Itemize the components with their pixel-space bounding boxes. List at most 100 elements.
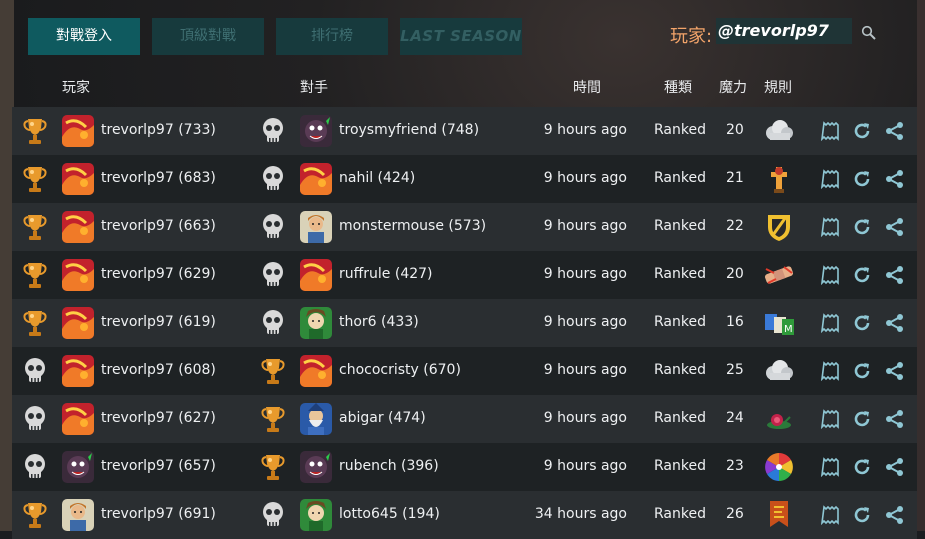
battle-time: 9 hours ago bbox=[543, 362, 627, 378]
refresh-icon[interactable] bbox=[852, 121, 872, 141]
replay-icon[interactable] bbox=[820, 457, 841, 478]
refresh-icon[interactable] bbox=[852, 265, 872, 285]
opponent-avatar[interactable] bbox=[300, 115, 332, 147]
opponent-name-cell[interactable]: abigar (474) bbox=[339, 410, 426, 426]
battle-time: 9 hours ago bbox=[543, 458, 627, 474]
opponent-avatar[interactable] bbox=[300, 403, 332, 435]
trophy-icon bbox=[260, 355, 286, 387]
opponent-name-cell[interactable]: lotto645 (194) bbox=[339, 506, 440, 522]
trophy-icon bbox=[22, 307, 48, 339]
player-avatar[interactable] bbox=[62, 499, 94, 531]
share-icon[interactable] bbox=[885, 169, 905, 189]
battle-type: Ranked bbox=[654, 266, 706, 282]
tab-top-battles[interactable]: 頂級對戰 bbox=[152, 18, 264, 55]
player-avatar[interactable] bbox=[62, 403, 94, 435]
trophy-icon bbox=[22, 211, 48, 243]
player-name-cell[interactable]: trevorlp97 (733) bbox=[101, 122, 216, 138]
share-icon[interactable] bbox=[885, 313, 905, 333]
header-rules: 規則 bbox=[764, 80, 792, 96]
opponent-name-cell[interactable]: thor6 (433) bbox=[339, 314, 419, 330]
player-name-cell[interactable]: trevorlp97 (629) bbox=[101, 266, 216, 282]
battle-time: 9 hours ago bbox=[543, 170, 627, 186]
svg-text:M: M bbox=[784, 324, 793, 335]
background-edge-right bbox=[917, 0, 925, 531]
opponent-avatar[interactable] bbox=[300, 451, 332, 483]
player-name-cell[interactable]: trevorlp97 (657) bbox=[101, 458, 216, 474]
tab-last-season[interactable]: LAST SEASON bbox=[400, 18, 522, 55]
header-type: 種類 bbox=[664, 80, 692, 96]
battle-row: trevorlp97 (627) abigar (474) 9 hours ago R… bbox=[12, 395, 917, 443]
player-name-cell[interactable]: trevorlp97 (608) bbox=[101, 362, 216, 378]
refresh-icon[interactable] bbox=[852, 313, 872, 333]
skull-icon bbox=[260, 115, 286, 147]
opponent-avatar[interactable] bbox=[300, 499, 332, 531]
player-avatar[interactable] bbox=[62, 307, 94, 339]
share-icon[interactable] bbox=[885, 265, 905, 285]
share-icon[interactable] bbox=[885, 121, 905, 141]
player-avatar[interactable] bbox=[62, 451, 94, 483]
refresh-icon[interactable] bbox=[852, 505, 872, 525]
opponent-name-cell[interactable]: ruffrule (427) bbox=[339, 266, 433, 282]
search-icon[interactable] bbox=[861, 25, 877, 41]
battle-time: 9 hours ago bbox=[543, 122, 627, 138]
share-icon[interactable] bbox=[885, 361, 905, 381]
replay-icon[interactable] bbox=[820, 361, 841, 382]
battle-type: Ranked bbox=[654, 458, 706, 474]
tab-leaderboard[interactable]: 排行榜 bbox=[276, 18, 388, 55]
opponent-avatar[interactable] bbox=[300, 259, 332, 291]
opponent-avatar[interactable] bbox=[300, 211, 332, 243]
mana-cap: 25 bbox=[726, 362, 744, 378]
opponent-avatar[interactable] bbox=[300, 307, 332, 339]
battle-row: trevorlp97 (691) lotto645 (194) 34 hours a… bbox=[12, 491, 917, 539]
share-icon[interactable] bbox=[885, 409, 905, 429]
tab-battle-log[interactable]: 對戰登入 bbox=[28, 18, 140, 55]
share-icon[interactable] bbox=[885, 457, 905, 477]
replay-icon[interactable] bbox=[820, 313, 841, 334]
battle-type: Ranked bbox=[654, 314, 706, 330]
player-name-cell[interactable]: trevorlp97 (691) bbox=[101, 506, 216, 522]
skull-icon bbox=[22, 355, 48, 387]
trophy-icon bbox=[260, 451, 286, 483]
opponent-name-cell[interactable]: nahil (424) bbox=[339, 170, 415, 186]
refresh-icon[interactable] bbox=[852, 169, 872, 189]
player-name-cell[interactable]: trevorlp97 (663) bbox=[101, 218, 216, 234]
refresh-icon[interactable] bbox=[852, 217, 872, 237]
player-name-cell[interactable]: trevorlp97 (619) bbox=[101, 314, 216, 330]
replay-icon[interactable] bbox=[820, 217, 841, 238]
replay-icon[interactable] bbox=[820, 409, 841, 430]
replay-icon[interactable] bbox=[820, 265, 841, 286]
replay-icon[interactable] bbox=[820, 121, 841, 142]
player-avatar[interactable] bbox=[62, 355, 94, 387]
share-icon[interactable] bbox=[885, 505, 905, 525]
mana-cap: 20 bbox=[726, 122, 744, 138]
battle-table: trevorlp97 (733) troysmyfriend (748) 9 hou… bbox=[12, 107, 917, 539]
cards-rule-icon: M bbox=[762, 307, 796, 339]
opponent-name-cell[interactable]: monstermouse (573) bbox=[339, 218, 486, 234]
player-avatar[interactable] bbox=[62, 163, 94, 195]
trophy-icon bbox=[22, 259, 48, 291]
player-name-cell[interactable]: trevorlp97 (683) bbox=[101, 170, 216, 186]
battle-time: 34 hours ago bbox=[534, 506, 627, 522]
battle-row: trevorlp97 (683) nahil (424) 9 hours ago Ra… bbox=[12, 155, 917, 203]
battle-type: Ranked bbox=[654, 410, 706, 426]
share-icon[interactable] bbox=[885, 217, 905, 237]
battle-row: trevorlp97 (608) chococristy (670) 9 hours… bbox=[12, 347, 917, 395]
player-avatar[interactable] bbox=[62, 259, 94, 291]
refresh-icon[interactable] bbox=[852, 457, 872, 477]
refresh-icon[interactable] bbox=[852, 409, 872, 429]
skull-icon bbox=[260, 259, 286, 291]
battle-row: trevorlp97 (663) monstermouse (573) 9 hour… bbox=[12, 203, 917, 251]
replay-icon[interactable] bbox=[820, 505, 841, 526]
refresh-icon[interactable] bbox=[852, 361, 872, 381]
opponent-name-cell[interactable]: troysmyfriend (748) bbox=[339, 122, 479, 138]
player-avatar[interactable] bbox=[62, 211, 94, 243]
opponent-name-cell[interactable]: chococristy (670) bbox=[339, 362, 461, 378]
bandage-rule-icon bbox=[762, 259, 796, 291]
opponent-avatar[interactable] bbox=[300, 355, 332, 387]
player-name-cell[interactable]: trevorlp97 (627) bbox=[101, 410, 216, 426]
opponent-name-cell[interactable]: rubench (396) bbox=[339, 458, 439, 474]
player-avatar[interactable] bbox=[62, 115, 94, 147]
opponent-avatar[interactable] bbox=[300, 163, 332, 195]
replay-icon[interactable] bbox=[820, 169, 841, 190]
battle-type: Ranked bbox=[654, 170, 706, 186]
